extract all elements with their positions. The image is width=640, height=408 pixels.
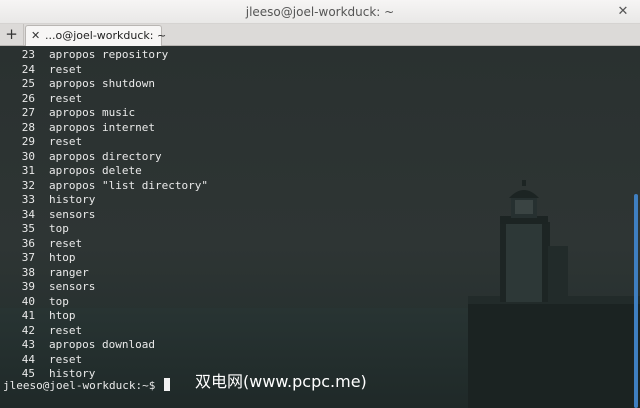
history-command: apropos delete [49,164,142,177]
history-command: reset [49,91,83,105]
history-number: 35 [21,222,35,235]
history-number: 33 [21,193,35,206]
history-number: 38 [21,265,35,279]
watermark: 双电网(www.pcpc.me) [195,372,367,391]
tab-terminal[interactable]: ✕ ...o@joel-workduck: ~ [25,25,166,46]
history-row: 25 apropos shutdown [0,77,208,92]
history-number: 41 [21,309,35,322]
history-command: apropos internet [49,120,155,134]
text-cursor [163,378,170,391]
history-command: ranger [49,265,89,279]
history-command: top [49,222,69,235]
close-icon[interactable]: ✕ [614,3,632,21]
history-row: 37 htop [0,251,208,266]
history-number: 23 [21,48,35,61]
history-command: reset [49,352,83,366]
terminal-output[interactable]: 23 apropos repository 24 reset 25 apropos shu… [0,46,640,408]
history-command: reset [49,323,83,337]
history-row: 40 top [0,295,208,310]
window-title: jleeso@joel-workduck: ~ [245,5,395,19]
history-command: reset [49,236,83,250]
history-row: 27 apropos music [0,106,208,121]
history-number: 29 [21,135,35,148]
prompt-line[interactable]: jleeso@joel-workduck:~$ [3,378,170,394]
history-number: 30 [21,149,35,163]
history-row: 32 apropos "list directory" [0,179,208,194]
history-number: 24 [21,62,35,76]
history-row: 30 apropos directory [0,150,208,165]
history-command: history [49,193,96,206]
history-command: htop [49,309,76,322]
history-number: 36 [21,236,35,250]
history-row: 28 apropos internet [0,121,208,136]
history-row: 23 apropos repository [0,48,208,63]
history-number: 42 [21,323,35,337]
history-row: 24 reset [0,63,208,78]
scrollbar[interactable] [634,194,638,408]
history-command: reset [49,135,83,148]
history-command: apropos music [49,106,136,119]
history-row: 31 apropos delete [0,164,208,179]
history-row: 35 top [0,222,208,237]
history-command: apropos repository [49,48,169,61]
history-row: 34 sensors [0,208,208,223]
history-number: 28 [21,120,35,134]
history-command: sensors [49,280,96,293]
history-number: 26 [21,91,35,105]
history-number: 40 [21,294,35,308]
history-row: 36 reset [0,237,208,252]
history-number: 43 [21,338,35,351]
history-command: reset [49,62,83,76]
history-number: 31 [21,164,35,177]
history-command: apropos download [49,338,155,351]
tab-bar: + ✕ ...o@joel-workduck: ~ [0,24,640,46]
history-command: top [49,294,69,308]
history-command: apropos shutdown [49,77,155,90]
history-row: 44 reset [0,353,208,368]
terminal-window: jleeso@joel-workduck: ~ ✕ + ✕ ...o@joel-… [0,0,640,408]
history-number: 37 [21,251,35,264]
history-row: 39 sensors [0,280,208,295]
history-number: 39 [21,280,35,293]
history-row: 42 reset [0,324,208,339]
history-command: htop [49,251,76,264]
history-row: 26 reset [0,92,208,107]
history-list: 23 apropos repository 24 reset 25 apropos shu… [0,48,208,382]
history-row: 43 apropos download [0,338,208,353]
history-number: 34 [21,207,35,221]
history-command: apropos directory [49,149,162,163]
history-command: sensors [49,207,96,221]
history-number: 44 [21,352,35,366]
new-tab-button[interactable]: + [0,24,24,45]
tab-label: ...o@joel-workduck: ~ [45,29,167,42]
history-row: 41 htop [0,309,208,324]
tab-close-icon[interactable]: ✕ [31,26,43,46]
prompt-text: jleeso@joel-workduck:~$ [3,379,156,392]
history-command: apropos "list directory" [49,178,208,192]
history-row: 38 ranger [0,266,208,281]
titlebar[interactable]: jleeso@joel-workduck: ~ ✕ [0,0,640,24]
history-number: 32 [21,178,35,192]
history-number: 27 [21,106,35,119]
history-row: 29 reset [0,135,208,150]
history-row: 33 history [0,193,208,208]
history-number: 25 [21,77,35,90]
